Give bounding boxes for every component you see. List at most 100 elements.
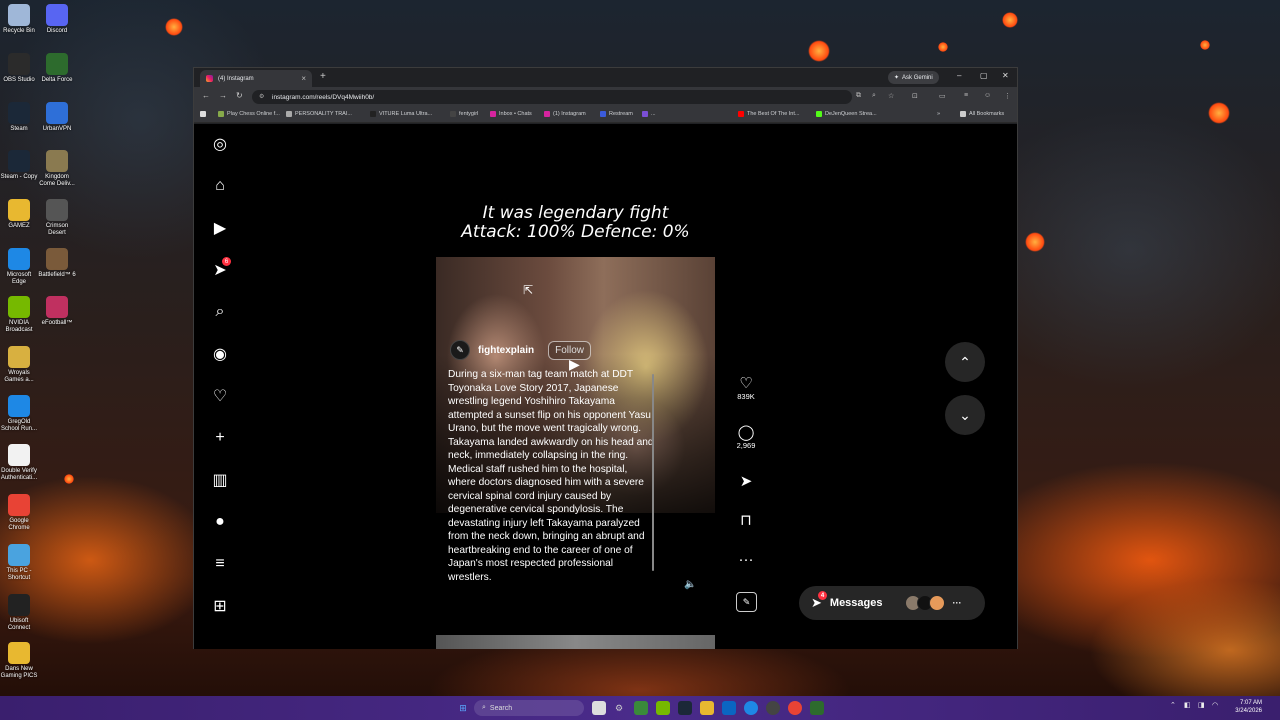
apps-icon[interactable] xyxy=(200,111,206,117)
like-action[interactable]: ♡ 839K xyxy=(734,376,758,402)
tray-app-icon[interactable]: ◧ xyxy=(1184,701,1191,709)
install-app-icon[interactable]: ⧉ xyxy=(856,92,861,100)
bookmark-inbox[interactable]: Inbox • Chats xyxy=(490,111,532,117)
desktop-icon[interactable]: Recycle Bin xyxy=(0,4,38,35)
more-bookmarks-icon[interactable]: » xyxy=(937,111,940,117)
bookmark-restream[interactable]: Restream xyxy=(600,111,633,117)
reels-icon[interactable]: ▶ xyxy=(210,218,230,238)
more-dots-icon[interactable]: ··· xyxy=(734,552,758,568)
previous-reel-button[interactable]: ⌃ xyxy=(945,342,985,382)
bookmark-star-icon[interactable]: ☆ xyxy=(888,92,894,100)
desktop-icon[interactable]: Discord xyxy=(38,4,76,35)
obs-icon[interactable] xyxy=(766,701,780,715)
desktop-icon[interactable]: Crimson Desert xyxy=(38,199,76,237)
home-icon[interactable]: ⌂ xyxy=(210,176,230,196)
bookmark-best-of[interactable]: The Best Of The Int... xyxy=(738,111,799,117)
nvidia-icon[interactable] xyxy=(656,701,670,715)
minimize-button[interactable]: – xyxy=(957,71,961,80)
store-icon[interactable] xyxy=(722,701,736,715)
messages-button[interactable]: ➤ 4 Messages ··· xyxy=(799,586,985,620)
notifications-icon[interactable]: ♡ xyxy=(210,386,230,406)
extensions-icon[interactable]: ⊡ xyxy=(912,92,918,100)
desktop-icon[interactable]: Dans New Gaming PICS xyxy=(0,642,38,680)
author-avatar[interactable]: ✎ xyxy=(450,340,470,360)
desktop-icon[interactable]: Steam xyxy=(0,102,38,133)
bookmark-chess[interactable]: Play Chess Online f... xyxy=(218,111,280,117)
desktop-icon[interactable]: GAMEZ xyxy=(0,199,38,230)
new-tab-button[interactable]: + xyxy=(320,71,326,82)
desktop-icon[interactable]: eFootball™ xyxy=(38,296,76,327)
delta-force-icon[interactable] xyxy=(810,701,824,715)
create-icon[interactable]: + xyxy=(210,428,230,448)
desktop-icon[interactable]: Wroyals Games a... xyxy=(0,346,38,384)
all-bookmarks[interactable]: All Bookmarks xyxy=(960,111,1004,117)
desktop-icon[interactable]: GregOld School Run... xyxy=(0,395,38,433)
start-icon[interactable]: ⊞ xyxy=(456,701,470,715)
tab-instagram[interactable]: (4) Instagram × xyxy=(200,70,312,87)
next-reel-preview[interactable] xyxy=(436,635,715,649)
bookmark-dejenqueen[interactable]: DeJenQueen Strea... xyxy=(816,111,877,117)
settings-icon[interactable]: ⚙ xyxy=(612,701,626,715)
desktop-icon[interactable]: Double Verify Authenticati... xyxy=(0,444,38,482)
more-menu-icon[interactable]: ≡ xyxy=(210,554,230,574)
bookmark-icon[interactable]: ⊓ xyxy=(734,513,758,529)
desktop-icon[interactable]: Ubisoft Connect xyxy=(0,594,38,632)
maximize-button[interactable]: ▢ xyxy=(980,71,988,80)
bookmark-instagram[interactable]: (1) Instagram xyxy=(544,111,586,117)
tray-chevron-icon[interactable]: ⌃ xyxy=(1170,701,1176,709)
steam-icon[interactable] xyxy=(678,701,692,715)
explore-icon[interactable]: ◉ xyxy=(210,344,230,364)
desktop-icon[interactable]: Microsoft Edge xyxy=(0,248,38,286)
desktop-icon[interactable]: Steam - Copy xyxy=(0,150,38,181)
description-scrollbar[interactable] xyxy=(652,374,654,571)
next-reel-button[interactable]: ⌄ xyxy=(945,395,985,435)
bookmark-fentygirl[interactable]: fentygirl xyxy=(450,111,478,117)
task-view-icon[interactable] xyxy=(592,701,606,715)
taskbar-clock[interactable]: 7:07 AM 3/24/2026 xyxy=(1226,699,1262,715)
reload-icon[interactable]: ↻ xyxy=(236,91,243,100)
reel-player[interactable]: It was legendary fight Attack: 100% Defe… xyxy=(436,124,715,611)
close-window-button[interactable]: ✕ xyxy=(1002,71,1009,80)
instagram-logo-icon[interactable]: ◎ xyxy=(210,134,230,154)
audio-avatar[interactable]: ✎ xyxy=(736,592,757,612)
more-action[interactable]: ··· xyxy=(734,552,758,568)
sidebar-icon[interactable]: ▭ xyxy=(939,92,946,100)
desktop-icon[interactable]: This PC - Shortcut xyxy=(0,544,38,582)
profile-avatar-icon[interactable]: ● xyxy=(210,512,230,532)
taskbar-search[interactable]: ⌕ Search xyxy=(474,700,584,716)
heart-icon[interactable]: ♡ xyxy=(734,376,758,392)
app-icon[interactable] xyxy=(634,701,648,715)
url-field[interactable]: ⚙ instagram.com/reels/DVq4Mwiih0b/ xyxy=(252,90,852,104)
ask-gemini-button[interactable]: ✦ Ask Gemini xyxy=(888,71,939,84)
author-username[interactable]: fightexplain xyxy=(478,345,534,356)
share-icon[interactable]: ➤ xyxy=(734,474,758,490)
close-tab-icon[interactable]: × xyxy=(301,74,306,83)
save-action[interactable]: ⊓ xyxy=(734,513,758,529)
desktop-icon[interactable]: UrbanVPN xyxy=(38,102,76,133)
chrome-icon[interactable] xyxy=(788,701,802,715)
also-from-meta-icon[interactable]: ⊞ xyxy=(210,596,230,616)
file-explorer-icon[interactable] xyxy=(700,701,714,715)
share-action[interactable]: ➤ xyxy=(734,474,758,490)
bookmark-viture[interactable]: VITURE Luma Ultra... xyxy=(370,111,432,117)
sound-icon[interactable]: 🔈 xyxy=(684,579,696,590)
tray-app-icon[interactable]: ◨ xyxy=(1198,701,1205,709)
desktop-icon[interactable]: Kingdom Come Deliv... xyxy=(38,150,76,188)
media-icon[interactable]: ≡ xyxy=(964,92,968,99)
messages-icon[interactable]: ➤ 6 xyxy=(210,257,231,280)
edge-icon[interactable] xyxy=(744,701,758,715)
desktop-icon[interactable]: OBS Studio xyxy=(0,53,38,84)
bookmark-personality[interactable]: PERSONALITY TRAI... xyxy=(286,111,352,117)
desktop-icon[interactable]: NVIDIA Broadcast xyxy=(0,296,38,334)
comment-action[interactable]: ◯ 2,969 xyxy=(734,425,758,451)
menu-kebab-icon[interactable]: ⋮ xyxy=(1004,92,1011,100)
forward-icon[interactable]: → xyxy=(219,91,227,100)
comment-icon[interactable]: ◯ xyxy=(734,425,758,441)
wifi-icon[interactable]: ◠ xyxy=(1212,701,1218,709)
desktop-icon[interactable]: Battlefield™ 6 xyxy=(38,248,76,279)
zoom-icon[interactable]: ⌕ xyxy=(872,92,876,100)
desktop-icon[interactable]: Delta Force xyxy=(38,53,76,84)
bookmark-extra[interactable]: ... xyxy=(642,111,656,117)
back-icon[interactable]: ← xyxy=(202,91,210,100)
dashboard-icon[interactable]: ▥ xyxy=(210,470,230,490)
